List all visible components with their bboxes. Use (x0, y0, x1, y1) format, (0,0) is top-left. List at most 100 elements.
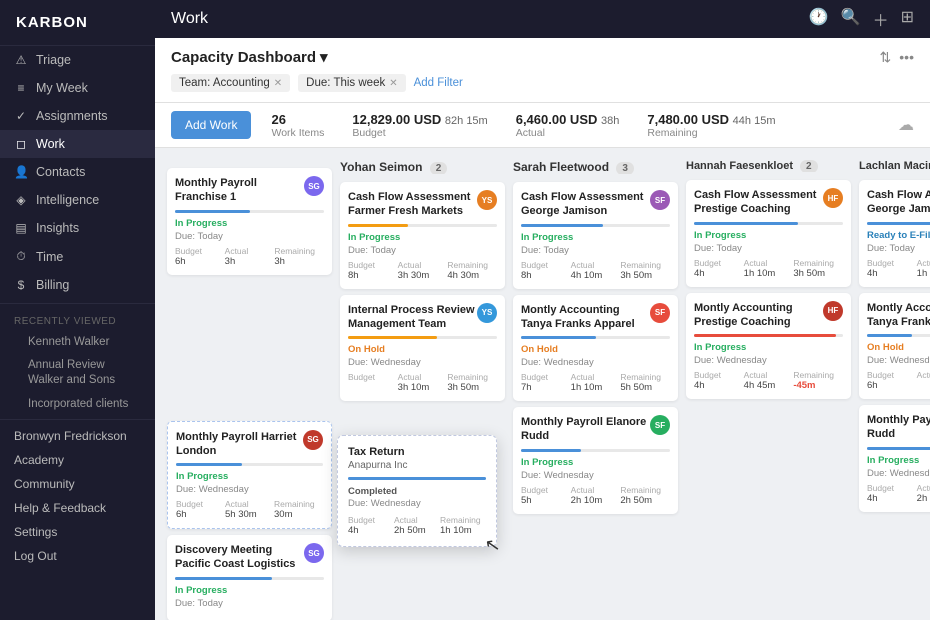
recent-item-incorporated[interactable]: Incorporated clients (0, 393, 155, 415)
status-farmer: In Progress (348, 232, 497, 243)
assignments-icon: ✓ (14, 109, 28, 123)
sidebar-item-intelligence[interactable]: ◈ Intelligence (0, 186, 155, 214)
progress-bar3 (175, 577, 272, 580)
filter-icon[interactable]: ⇅ (880, 49, 892, 66)
due-farmer: Due: Today (348, 245, 497, 256)
sidebar-item-assignments[interactable]: ✓ Assignments (0, 102, 155, 130)
search-icon[interactable]: 🔍 (841, 7, 861, 31)
progress-george (521, 224, 603, 227)
card-montly-tanya-lachlan[interactable]: LM Montly Accounting Tanya Franks Appar … (859, 293, 930, 400)
due-tanya-lachlan: Due: Wednesday (867, 355, 930, 366)
progress-bar-wrap3 (175, 577, 324, 580)
avatar-sarah2: SF (650, 303, 670, 323)
sidebar-item-contacts[interactable]: 👤 Contacts (0, 158, 155, 186)
topbar: Work 🕐 🔍 ＋ ⊞ (155, 0, 930, 38)
sidebar-settings[interactable]: Settings (0, 520, 155, 544)
footer-montly-prestige: Budget4h Actual4h 45m Remaining-45m (694, 370, 843, 391)
card-montly-prestige[interactable]: HF Montly Accounting Prestige Coaching I… (686, 293, 851, 400)
progress-wrap-elanore-lachlan (867, 447, 930, 450)
sidebar-item-insights[interactable]: ▤ Insights (0, 214, 155, 242)
sidebar: KARBON ⚠ Triage ≡ My Week ✓ Assignments … (0, 0, 155, 620)
card-cashflow-prestige[interactable]: HF Cash Flow Assessment Prestige Coachin… (686, 180, 851, 287)
card-title-prestige: Cash Flow Assessment Prestige Coaching (694, 188, 843, 217)
card-title-elanore-sarah: Monthly Payroll Elanore Rudd (521, 415, 670, 444)
sidebar-help[interactable]: Help & Feedback (0, 496, 155, 520)
dashboard-title-row: Capacity Dashboard ▾ ⇅ ••• (171, 48, 914, 66)
sidebar-community[interactable]: Community (0, 472, 155, 496)
tooltip-progress-wrap (348, 477, 486, 480)
board: Sara Goepel 4 SG Monthly Payroll Franchi… (155, 148, 930, 620)
sidebar-label-triage: Triage (36, 53, 71, 67)
sidebar-item-time[interactable]: ⏱ Time (0, 242, 155, 271)
sidebar-label-contacts: Contacts (36, 165, 85, 179)
card-cashflow-george[interactable]: SF Cash Flow Assessment George Jamison I… (513, 182, 678, 289)
sidebar-label-assignments: Assignments (36, 109, 108, 123)
card-title-george: Cash Flow Assessment George Jamison (521, 190, 670, 219)
myweek-icon: ≡ (14, 81, 28, 95)
column-header-yohan: Yohan Seimon 2 (340, 160, 505, 174)
card-title-montly-prestige: Montly Accounting Prestige Coaching (694, 301, 843, 330)
progress-tanya (521, 336, 596, 339)
sidebar-academy[interactable]: Academy (0, 448, 155, 472)
card-title-harriet: Monthly Payroll Harriet London (176, 430, 323, 459)
triage-icon: ⚠ (14, 53, 28, 67)
sidebar-item-triage[interactable]: ⚠ Triage (0, 46, 155, 74)
recent-item-annual[interactable]: Annual ReviewWalker and Sons (0, 353, 155, 393)
sidebar-item-billing[interactable]: $ Billing (0, 271, 155, 299)
column-lachlan: Lachlan Macindoe LM Cash Flow Assessment… (859, 160, 930, 608)
footer-elanore-sarah: Budget5h Actual2h 10m Remaining2h 50m (521, 485, 670, 506)
more-icon[interactable]: ••• (899, 49, 914, 66)
avatar-yohan2: YS (477, 303, 497, 323)
card-monthly-payroll-harriet[interactable]: SG Monthly Payroll Harriet London In Pro… (167, 421, 332, 530)
progress-bar-wrap (175, 210, 324, 213)
add-filter-button[interactable]: Add Filter (414, 77, 463, 89)
filter-chip-team[interactable]: Team: Accounting ✕ (171, 74, 290, 92)
insights-icon: ▤ (14, 221, 28, 235)
tooltip-card: Tax Return Anapurna Inc Completed Due: W… (337, 435, 497, 547)
footer-prestige: Budget4h Actual1h 10m Remaining3h 50m (694, 258, 843, 279)
filter-chip-due[interactable]: Due: This week ✕ (298, 74, 405, 92)
due-elanore-lachlan: Due: Wednesday (867, 468, 930, 479)
progress-bar (175, 210, 250, 213)
card-monthly-elanore-lachlan[interactable]: LM Monthly Payroll Elanore Rudd In Progr… (859, 405, 930, 512)
status-elanore-lachlan: In Progress (867, 455, 930, 466)
remove-due-filter[interactable]: ✕ (389, 78, 397, 89)
card-discovery-meeting[interactable]: SG Discovery Meeting Pacific Coast Logis… (167, 535, 332, 620)
grid-icon[interactable]: ⊞ (901, 7, 914, 31)
card-title-elanore-lachlan: Monthly Payroll Elanore Rudd (867, 413, 930, 442)
status-tanya: On Hold (521, 344, 670, 355)
card-monthly-payroll-franchise[interactable]: SG Monthly Payroll Franchise 1 In Progre… (167, 168, 332, 275)
main-content: Work 🕐 🔍 ＋ ⊞ Capacity Dashboard ▾ ⇅ ••• … (155, 0, 930, 620)
add-icon[interactable]: ＋ (873, 7, 889, 31)
add-work-button[interactable]: Add Work (171, 111, 251, 139)
due-elanore-sarah: Due: Wednesday (521, 470, 670, 481)
sidebar-logout[interactable]: Log Out (0, 544, 155, 568)
chevron-down-icon[interactable]: ▾ (320, 48, 328, 66)
sidebar-bronwyn[interactable]: Bronwyn Fredrickson (0, 424, 155, 448)
actual-stat: 6,460.00 USD 38h Actual (516, 112, 620, 139)
card-monthly-elanore-sarah[interactable]: SF Monthly Payroll Elanore Rudd In Progr… (513, 407, 678, 514)
card-montly-tanya[interactable]: SF Montly Accounting Tanya Franks Appare… (513, 295, 678, 402)
progress-george-lachlan (867, 222, 930, 225)
status-montly-prestige: In Progress (694, 342, 843, 353)
recent-item-kenneth[interactable]: Kenneth Walker (0, 331, 155, 353)
card-cashflow-george-lachlan[interactable]: LM Cash Flow Assessment George Jamison R… (859, 180, 930, 287)
column-sara: Sara Goepel 4 SG Monthly Payroll Franchi… (167, 160, 332, 608)
recently-viewed-label: RECENTLY VIEWED (0, 308, 155, 331)
dashboard-header: Capacity Dashboard ▾ ⇅ ••• Team: Account… (155, 38, 930, 103)
clock-icon[interactable]: 🕐 (809, 7, 829, 31)
due-prestige: Due: Today (694, 243, 843, 254)
header-icons: ⇅ ••• (880, 49, 914, 66)
card-internal-process[interactable]: YS Internal Process Review Management Te… (340, 295, 505, 402)
card-cashflow-farmer[interactable]: YS Cash Flow Assessment Farmer Fresh Mar… (340, 182, 505, 289)
sidebar-item-work[interactable]: ◻ Work (0, 130, 155, 158)
sidebar-label-myweek: My Week (36, 81, 88, 95)
sidebar-nav: ⚠ Triage ≡ My Week ✓ Assignments ◻ Work … (0, 46, 155, 620)
tooltip-status: Completed (348, 486, 486, 497)
progress-wrap-george-lachlan (867, 222, 930, 225)
avatar-hannah2: HF (823, 301, 843, 321)
column-header-hannah: Hannah Faesenkloet 2 (686, 160, 851, 172)
remove-team-filter[interactable]: ✕ (274, 78, 282, 89)
sidebar-item-myweek[interactable]: ≡ My Week (0, 74, 155, 102)
due-text: Due: Today (175, 231, 324, 242)
